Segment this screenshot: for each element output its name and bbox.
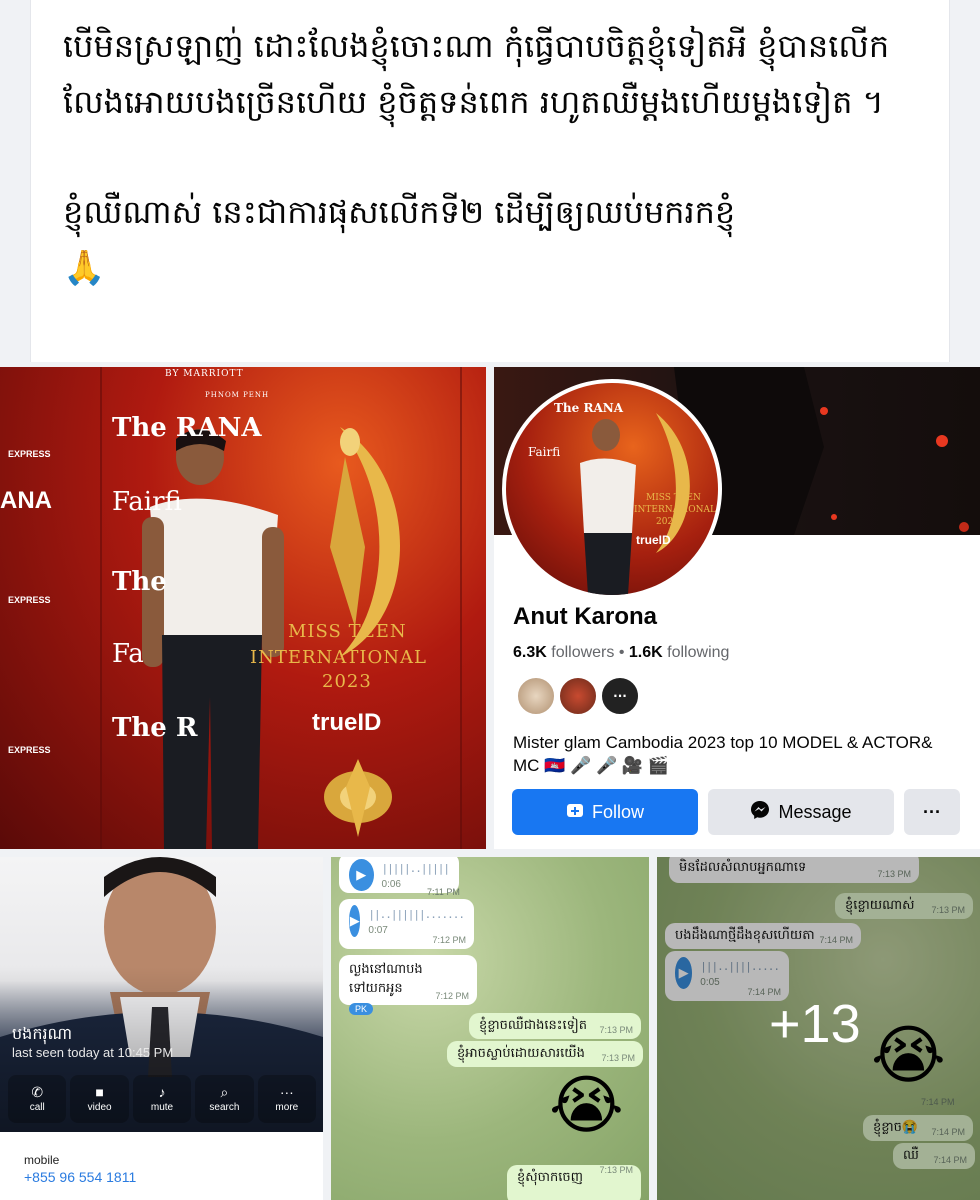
photo-chat-screenshot-2[interactable]: មិនដែលសំលាបអ្នកណាទេ 7:13 PM ខ្ញុំខ្លោយណា… <box>657 857 980 1200</box>
mute-label: mute <box>150 1102 174 1113</box>
chat-message-1-time: 7:12 PM <box>435 991 469 1001</box>
profile-name[interactable]: Anut Karona <box>513 603 657 631</box>
messenger-icon <box>750 800 770 825</box>
profile-bio: Mister glam Cambodia 2023 top 10 MODEL &… <box>513 733 933 775</box>
mobile-number[interactable]: +855 96 554 1811 <box>24 1169 136 1185</box>
video-button[interactable]: ■ video <box>70 1075 129 1123</box>
search-button[interactable]: ⌕ search <box>195 1075 254 1123</box>
following-label[interactable]: following <box>667 644 729 661</box>
chat-message-3-time: 7:13 PM <box>601 1053 635 1063</box>
voice-duration-1: 0:06 <box>381 879 401 890</box>
search-icon: ⌕ <box>220 1084 229 1100</box>
message-label: Message <box>778 801 852 822</box>
voice-time-2: 7:12 PM <box>432 935 466 945</box>
mobile-label: mobile <box>24 1153 60 1167</box>
avatar-trueid: trueID <box>636 533 671 547</box>
video-label: video <box>87 1102 112 1113</box>
express-logo-1: EXPRESS <box>8 449 51 459</box>
chat-message-2-text: ខ្ញុំខ្លាចឈឺជាងនេះទៀត <box>479 1017 587 1032</box>
chat-message-2[interactable]: ខ្ញុំខ្លាចឈឺជាងនេះទៀត 7:13 PM <box>469 1013 641 1039</box>
fairfield-logo: Fairfi <box>112 487 182 517</box>
followers-label[interactable]: followers <box>551 644 614 661</box>
avatar-miss-teen: MISS TEEN <box>646 493 701 503</box>
contact-actions: ✆ call ■ video ♪ mute ⌕ search ··· more <box>8 1075 317 1123</box>
stats-separator: • <box>618 644 625 661</box>
more-friends-icon[interactable]: ··· <box>600 676 640 716</box>
search-label: search <box>209 1102 240 1113</box>
user-add-icon <box>566 801 584 824</box>
express-logo-2: EXPRESS <box>8 595 51 605</box>
post-text-paragraph-1: បើមិនស្រឡាញ់ ដោះលែងខ្ញុំចោះណា កុំធ្វើបាប… <box>63 27 890 121</box>
avatar-international: INTERNATIONAL <box>634 505 716 515</box>
friend-avatar-1[interactable] <box>516 676 556 716</box>
call-label: call <box>29 1102 45 1113</box>
avatar-fairfield: Fairfi <box>528 445 561 459</box>
more-dots-icon: ··· <box>279 1084 294 1100</box>
chat-message-2-time: 7:13 PM <box>599 1025 633 1035</box>
waveform-icon: |||||..||||| <box>381 862 450 875</box>
express-logo-3: EXPRESS <box>8 745 51 755</box>
photo-event-backdrop[interactable]: BY MARRIOTT PHNOM PENH The RANA Fairfi A… <box>0 367 486 849</box>
followers-count[interactable]: 6.3K <box>513 644 547 661</box>
the-rana-logo: The RANA <box>112 413 262 443</box>
video-camera-icon: ■ <box>95 1084 104 1100</box>
post-text-card: បើមិនស្រឡាញ់ ដោះលែងខ្ញុំចោះណា កុំធ្វើបាប… <box>30 0 950 362</box>
bell-icon: ♪ <box>158 1084 166 1100</box>
avatar-the-rana: The RANA <box>554 401 624 415</box>
international-title: INTERNATIONAL <box>250 647 427 668</box>
profile-stats: 6.3K followers • 1.6K following <box>513 644 729 662</box>
photo-contact-screenshot[interactable]: បងករុណា last seen today at 10:45 PM ✆ cal… <box>0 857 323 1200</box>
chat-message-1-text: ល្ងងនៅណាបងទៅយកអូន <box>349 961 423 995</box>
chat-message-3-text: ខ្ញុំអាចស្លាប់ដោយសារយើង <box>457 1045 585 1060</box>
more-label: more <box>275 1102 299 1113</box>
trueid-logo: trueID <box>312 709 382 736</box>
crying-face-icon: 😭 <box>549 1069 624 1143</box>
mute-button[interactable]: ♪ mute <box>132 1075 192 1123</box>
reaction-badge[interactable]: PK <box>349 1003 374 1015</box>
post-text-line-2: ខ្ញុំឈឺណាស់ នេះជាការផុសលើកទី២ ដើម្បីឲ្យឈ… <box>63 193 736 231</box>
year-title: 2023 <box>322 671 372 692</box>
fairfield-logo-2: Fa <box>112 639 144 669</box>
photo-profile-screenshot[interactable]: MISS TEEN INTERNATIONAL 2023 The RANA Fa… <box>494 367 980 849</box>
voice-duration-2: 0:07 <box>368 925 388 936</box>
waveform-icon-2: ||..||||||....... <box>368 908 465 921</box>
post-text-paragraph-2: ខ្ញុំឈឺណាស់ នេះជាការផុសលើកទី២ ដើម្បីឲ្យឈ… <box>63 184 917 296</box>
phone-icon: ✆ <box>31 1084 44 1100</box>
voice-time-1: 7:11 PM <box>427 887 460 897</box>
last-seen-status: last seen today at 10:45 PM <box>12 1045 174 1060</box>
miss-teen-title: MISS TEEN <box>288 621 407 642</box>
phnom-penh-text: PHNOM PENH <box>205 391 270 399</box>
message-button[interactable]: Message <box>708 789 894 835</box>
chat-message-4-text: ខ្ញុំសុំចាកចេញ <box>517 1169 584 1184</box>
avatar-year: 2023 <box>656 517 679 527</box>
call-button[interactable]: ✆ call <box>8 1075 67 1123</box>
friend-avatar-2[interactable] <box>558 676 598 716</box>
chat-message-3[interactable]: ខ្ញុំអាចស្លាប់ដោយសារយើង 7:13 PM <box>447 1041 643 1067</box>
contact-name: បងករុណា <box>12 1026 73 1043</box>
chat-message-4-time: 7:13 PM <box>599 1165 633 1175</box>
profile-avatar[interactable]: MISS TEEN INTERNATIONAL 2023 The RANA Fa… <box>502 379 722 599</box>
rana-logo-left: ANA <box>0 487 52 514</box>
play-icon[interactable]: ▶ <box>349 859 374 891</box>
chat-message-4[interactable]: ខ្ញុំសុំចាកចេញ 7:13 PM <box>507 1165 641 1200</box>
photo-chat-screenshot-1[interactable]: ▶ |||||..||||| 0:06 ▶ ||..||||||....... 0:07… <box>331 857 649 1200</box>
play-icon-2[interactable]: ▶ <box>349 905 361 937</box>
contact-info-card: mobile +855 96 554 1811 <box>12 1145 312 1200</box>
follow-label: Follow <box>591 801 644 822</box>
the-logo-2: The <box>112 567 167 597</box>
following-count[interactable]: 1.6K <box>629 644 663 661</box>
more-photos-count[interactable]: +13 <box>769 993 861 1055</box>
voice-message-2[interactable]: ▶ ||..||||||....... 0:07 7:12 PM <box>339 899 474 949</box>
more-button[interactable]: ··· more <box>257 1075 317 1123</box>
pray-icon: 🙏 <box>63 248 106 288</box>
more-options-button[interactable]: ··· <box>904 789 960 835</box>
the-rana-logo-3: The R <box>112 713 198 743</box>
follow-button[interactable]: Follow <box>512 789 698 835</box>
by-marriott-text: BY MARRIOTT <box>165 369 244 379</box>
chat-message-1[interactable]: ល្ងងនៅណាបងទៅយកអូន PK 7:12 PM <box>339 955 477 1015</box>
